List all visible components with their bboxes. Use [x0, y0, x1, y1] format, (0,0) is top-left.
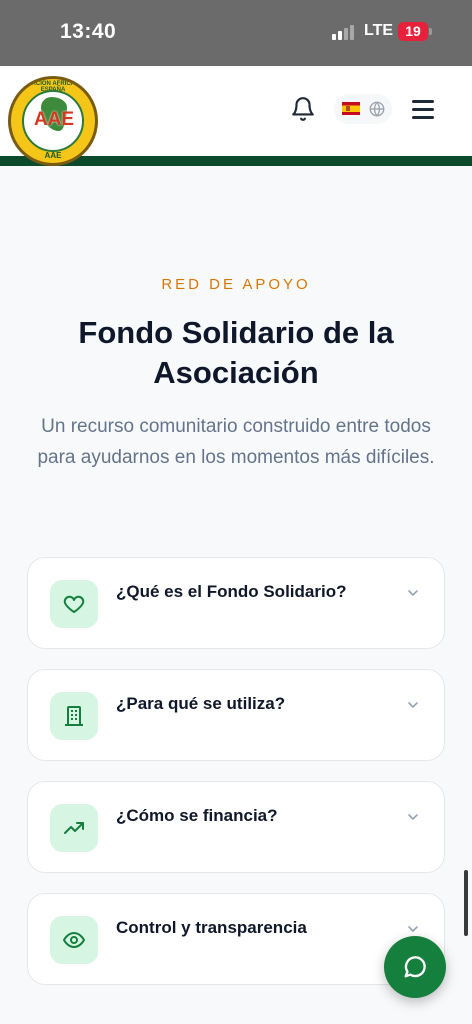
heart-icon — [50, 580, 98, 628]
accordion-item-control[interactable]: Control y transparencia — [27, 893, 445, 985]
spain-flag-icon — [342, 102, 360, 115]
battery-icon: 19 — [398, 22, 428, 41]
logo-initials: AAE — [33, 109, 75, 130]
menu-icon[interactable] — [412, 98, 436, 120]
accordion-item-que-es[interactable]: ¿Qué es el Fondo Solidario? — [27, 557, 445, 649]
battery-level: 19 — [405, 23, 421, 39]
accordion-label: ¿Para qué se utiliza? — [116, 694, 286, 713]
scrollbar[interactable] — [464, 870, 468, 936]
chat-bubble-icon — [404, 956, 426, 978]
language-selector[interactable] — [334, 94, 392, 124]
status-time: 13:40 — [60, 20, 117, 43]
accordion-label: ¿Qué es el Fondo Solidario? — [116, 582, 347, 601]
globe-icon — [368, 100, 386, 118]
signal-icon — [332, 24, 356, 40]
status-bar: 13:40 LTE 19 — [0, 0, 472, 66]
battery-tip — [429, 28, 432, 35]
logo-bottom-text: AAE — [44, 151, 62, 160]
page-title: Fondo Solidario de la Asociación — [78, 315, 394, 390]
accordion-item-como-financia[interactable]: ¿Cómo se financia? — [27, 781, 445, 873]
accordion-item-para-que[interactable]: ¿Para qué se utiliza? — [27, 669, 445, 761]
chevron-down-icon[interactable] — [406, 698, 420, 712]
chevron-down-icon[interactable] — [406, 922, 420, 936]
chevron-down-icon[interactable] — [406, 586, 420, 600]
accordion-label: ¿Cómo se financia? — [116, 806, 278, 825]
logo[interactable]: ASOCIACIÓN AFRICANA EN ESPAÑA AAE AAE — [8, 76, 98, 166]
eye-icon — [50, 916, 98, 964]
chevron-down-icon[interactable] — [406, 810, 420, 824]
section-eyebrow: RED DE APOYO — [161, 276, 311, 293]
accordion-label: Control y transparencia — [116, 918, 307, 937]
chat-button[interactable] — [384, 936, 446, 998]
network-label: LTE — [364, 22, 394, 39]
bell-icon[interactable] — [290, 96, 316, 122]
trending-up-icon — [50, 804, 98, 852]
building-icon — [50, 692, 98, 740]
page-subtitle: Un recurso comunitario construido entre … — [37, 416, 435, 468]
